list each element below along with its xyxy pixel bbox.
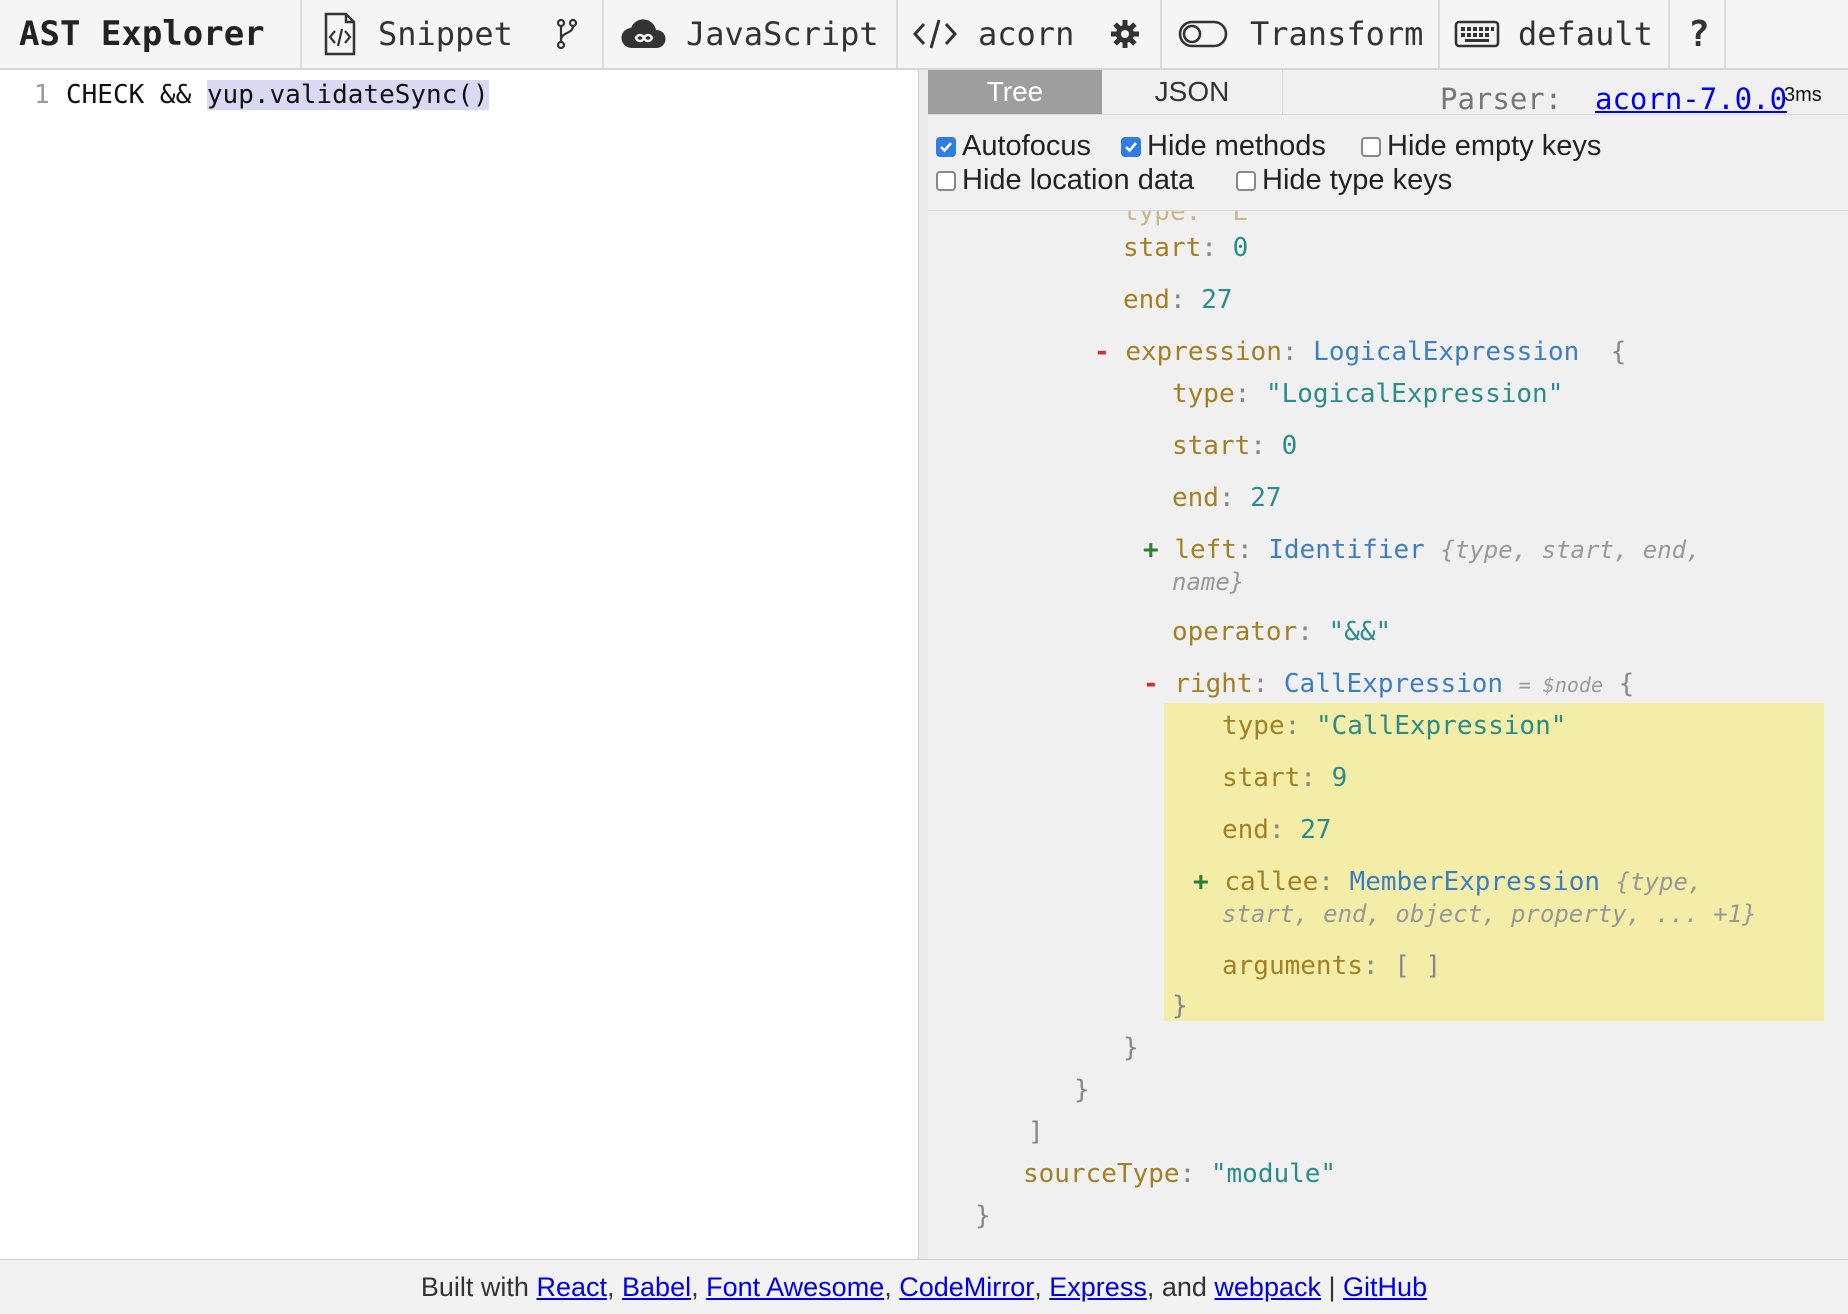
tab-tree[interactable]: Tree (928, 70, 1102, 114)
tree-row: end: 27 (1222, 815, 1332, 845)
footer-link-github[interactable]: GitHub (1343, 1272, 1427, 1303)
toolbar-divider (1724, 0, 1726, 68)
fork-button[interactable] (556, 0, 578, 68)
expand-toggle[interactable]: + (1143, 535, 1159, 565)
toolbar-divider (896, 0, 898, 68)
autofocus-label: Autofocus (962, 130, 1091, 162)
parser-settings-button[interactable] (1110, 0, 1140, 68)
output-tabs: Tree JSON Parser: acorn-7.0.0 3ms (928, 70, 1848, 116)
keymap-label: default (1518, 15, 1653, 53)
code-icon (912, 17, 958, 51)
hide-type-keys-checkbox[interactable] (1236, 170, 1256, 191)
tree-row: sourceType: "module" (1023, 1159, 1337, 1189)
footer-link-webpack[interactable]: webpack (1214, 1272, 1321, 1303)
toolbar-divider (1668, 0, 1670, 68)
snippet-button[interactable]: Snippet (322, 0, 513, 68)
hide-empty-keys-label: Hide empty keys (1387, 130, 1602, 162)
tree-node-left[interactable]: + left: Identifier {type, start, end, (1143, 535, 1701, 565)
language-select[interactable]: JavaScript (620, 0, 879, 68)
app-title: AST Explorer (19, 14, 265, 54)
collapse-toggle[interactable]: - (1094, 337, 1110, 367)
tree-row: arguments: [ ] (1222, 951, 1442, 981)
tree-row: type: "LogicalExpression" (1172, 379, 1564, 409)
output-panel: Tree JSON Parser: acorn-7.0.0 3ms Autofo… (928, 70, 1848, 1259)
toolbar-divider (1438, 0, 1440, 68)
toggle-icon (1178, 19, 1228, 49)
tree-row-clipped: type: "E (1123, 211, 1249, 227)
code-line[interactable]: CHECK && yup.validateSync() (66, 80, 489, 110)
tree-row: name} (1172, 568, 1245, 596)
hide-methods-label: Hide methods (1147, 130, 1326, 162)
tree-row: type: "CallExpression" (1222, 711, 1567, 741)
parser-select[interactable]: acorn (912, 0, 1074, 68)
tree-row: end: 27 (1172, 483, 1282, 513)
hide-location-data-checkbox[interactable] (936, 170, 956, 191)
transform-label: Transform (1250, 15, 1424, 53)
expand-toggle[interactable]: + (1193, 867, 1209, 897)
hide-location-data-label: Hide location data (962, 164, 1195, 196)
parse-time: 3ms (1784, 84, 1822, 106)
snippet-file-icon (322, 12, 358, 56)
tree-row: start: 0 (1172, 431, 1298, 461)
keyboard-icon (1454, 19, 1500, 49)
tree-row: end: 27 (1123, 285, 1233, 315)
footer-link-react[interactable]: React (536, 1272, 607, 1303)
panel-resize-handle[interactable] (918, 70, 928, 1259)
transform-toggle[interactable]: Transform (1178, 0, 1423, 68)
tree-row: } (975, 1201, 991, 1231)
snippet-label: Snippet (378, 15, 513, 53)
collapse-toggle[interactable]: - (1143, 669, 1159, 699)
tree-row: } (1074, 1075, 1090, 1105)
autofocus-option[interactable]: Autofocus (936, 130, 1091, 163)
footer-link-codemirror[interactable]: CodeMirror (899, 1272, 1034, 1303)
code-selection: yup.validateSync() (206, 80, 489, 110)
toolbar: AST Explorer Snippet JavaScript acorn Tr… (0, 0, 1848, 70)
hide-empty-keys-option[interactable]: Hide empty keys (1361, 130, 1601, 163)
footer: Built with React, Babel, Font Awesome, C… (0, 1259, 1848, 1314)
line-number: 1 (34, 80, 50, 110)
tree-node-expression[interactable]: - expression: LogicalExpression { (1094, 337, 1626, 367)
autofocus-checkbox[interactable] (936, 136, 956, 157)
help-icon: ? (1688, 13, 1710, 55)
hide-methods-checkbox[interactable] (1121, 136, 1141, 157)
language-label: JavaScript (686, 15, 879, 53)
footer-and: and (1161, 1271, 1207, 1302)
tree-row: start: 0 (1123, 233, 1249, 263)
code-editor[interactable]: 1 CHECK && yup.validateSync() (0, 70, 918, 1259)
parser-version-link[interactable]: acorn-7.0.0 (1595, 82, 1787, 116)
footer-prefix: Built with (420, 1271, 529, 1302)
tree-row: start, end, object, property, ... +1} (1222, 900, 1757, 928)
gear-icon (1110, 19, 1140, 49)
toolbar-divider (300, 0, 302, 68)
hide-location-data-option[interactable]: Hide location data (936, 164, 1194, 197)
parser-prefix: Parser: (1440, 82, 1563, 116)
hide-type-keys-label: Hide type keys (1262, 164, 1453, 196)
fork-icon (556, 17, 578, 51)
toolbar-divider (602, 0, 604, 68)
tree-node-callee[interactable]: + callee: MemberExpression {type, (1193, 867, 1702, 897)
tree-row: start: 9 (1222, 763, 1348, 793)
footer-link-express[interactable]: Express (1049, 1272, 1147, 1303)
footer-pipe: | (1328, 1271, 1336, 1302)
code-text: CHECK && (66, 80, 207, 110)
hide-empty-keys-checkbox[interactable] (1361, 136, 1381, 157)
tree-row: } (1172, 991, 1188, 1021)
keymap-select[interactable]: default (1454, 0, 1653, 68)
tree-row: ] (1028, 1117, 1044, 1147)
footer-link-font-awesome[interactable]: Font Awesome (706, 1272, 884, 1303)
footer-link-babel[interactable]: Babel (622, 1272, 691, 1303)
parser-label: acorn (978, 15, 1075, 53)
tree-row: } (1123, 1033, 1139, 1063)
tree-options: Autofocus Hide methods Hide empty keys H… (928, 120, 1848, 211)
hide-type-keys-option[interactable]: Hide type keys (1236, 164, 1452, 197)
cloud-icon (620, 17, 668, 51)
hide-methods-option[interactable]: Hide methods (1121, 130, 1326, 163)
tab-json[interactable]: JSON (1102, 70, 1283, 114)
help-button[interactable]: ? (1688, 0, 1710, 68)
ast-tree: type: "E start: 0 end: 27 - expression: … (928, 211, 1848, 1259)
tree-node-right[interactable]: - right: CallExpression = $node { (1143, 669, 1634, 699)
tree-row: operator: "&&" (1172, 617, 1392, 647)
toolbar-divider (1160, 0, 1162, 68)
